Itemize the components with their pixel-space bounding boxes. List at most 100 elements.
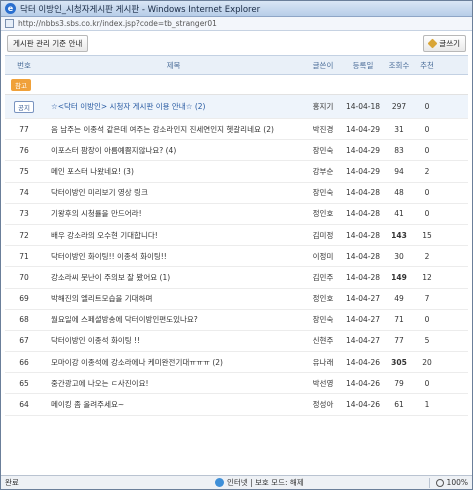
post-subject[interactable]: 닥터이방인 미리보기 영상 링크 xyxy=(43,187,304,198)
post-views: 31 xyxy=(394,124,404,134)
table-row[interactable]: 77 음 남주는 이종석 같은데 여주는 강소라인지 진세연인지 헷갈리네요 (2… xyxy=(5,119,468,141)
post-writer: 장민숙 xyxy=(312,315,334,325)
post-subject[interactable]: 월요일에 스페셜방송에 닥터이방인편도있나요? xyxy=(43,314,304,325)
table-row[interactable]: 68 월요일에 스페셜방송에 닥터이방인편도있나요? 장민숙 14-04-27 71 0 xyxy=(5,310,468,331)
table-row[interactable]: 76 이포스터 팜장이 아름예쁨지않나요? (4) 장민숙 14-04-29 83 0 xyxy=(5,140,468,162)
post-writer: 정인호 xyxy=(312,294,334,304)
table-row[interactable]: 75 메인 포스터 나왔네요! (3) 강부순 14-04-29 94 2 xyxy=(5,161,468,183)
table-row[interactable]: 69 박해진의 엘리트모습을 기대하며 정인호 14-04-27 49 7 xyxy=(5,289,468,310)
post-date: 14-04-28 xyxy=(345,272,381,282)
post-list: 77 음 남주는 이종석 같은데 여주는 강소라인지 진세연인지 헷갈리네요 (2… xyxy=(5,119,468,416)
post-subject[interactable]: 음 남주는 이종석 같은데 여주는 강소라인지 진세연인지 헷갈리네요 (2) xyxy=(43,124,304,135)
post-views: 79 xyxy=(394,378,404,388)
post-writer: 장민숙 xyxy=(312,145,334,155)
post-views: 71 xyxy=(394,315,404,325)
post-date: 14-04-28 xyxy=(345,188,381,198)
board-table: 번호 제목 글쓴이 등록일 조회수 추천 참고 공지 ☆<닥터 이방인> 시청자… xyxy=(5,55,468,416)
post-rec: 20 xyxy=(422,357,432,367)
post-no: 75 xyxy=(19,166,29,176)
post-writer: 이정미 xyxy=(312,251,334,261)
table-header: 번호 제목 글쓴이 등록일 조회수 추천 xyxy=(5,55,468,75)
post-views: 94 xyxy=(394,166,404,176)
table-row[interactable]: 72 배우 강소라의 오수현 기대합니다! 김미정 14-04-28 143 15 xyxy=(5,225,468,247)
header-no: 번호 xyxy=(17,60,31,70)
reference-badge[interactable]: 참고 xyxy=(11,78,31,91)
post-subject[interactable]: 닥터이방인 이종석 화이팅 !! xyxy=(43,335,304,346)
post-views: 83 xyxy=(394,145,404,155)
header-views: 조회수 xyxy=(388,60,410,70)
address-url[interactable]: http://nbbs3.sbs.co.kr/index.jsp?code=tb… xyxy=(18,19,217,28)
post-subject[interactable]: 배우 강소라의 오수현 기대합니다! xyxy=(43,230,304,241)
zoom-control[interactable]: 100% xyxy=(423,477,468,488)
notice-views: 297 xyxy=(391,102,407,111)
guide-button[interactable]: 게시판 관리 기준 안내 xyxy=(7,34,89,52)
post-no: 65 xyxy=(19,378,29,388)
post-writer: 강부순 xyxy=(312,166,334,176)
table-row[interactable]: 64 메이킹 좀 올려주세요~ 정성아 14-04-26 61 1 xyxy=(5,394,468,416)
post-subject[interactable]: 강소라씨 뭇난이 주의보 잘 봤어요 (1) xyxy=(43,272,304,283)
notice-subject[interactable]: ☆<닥터 이방인> 시청자 게시판 이용 안내☆ (2) xyxy=(43,101,304,112)
write-button-label: 글쓰기 xyxy=(439,38,460,48)
post-writer: 김미정 xyxy=(312,230,334,240)
notice-rec: 0 xyxy=(424,102,430,111)
post-writer: 박진경 xyxy=(312,124,334,134)
post-views: 143 xyxy=(391,230,407,240)
browser-window: e 닥터 이방인_시청자게시판 게시판 - Windows Internet E… xyxy=(0,0,473,490)
post-rec: 0 xyxy=(424,188,430,198)
post-rec: 2 xyxy=(424,251,430,261)
post-date: 14-04-29 xyxy=(345,145,381,155)
post-writer: 정인호 xyxy=(312,209,334,219)
table-row[interactable]: 66 모마이강 이종석에 강소라에나 케미완전기대ㅠㅠㅠ (2) 유나래 14-04-… xyxy=(5,352,468,374)
post-subject[interactable]: 기왕후의 시청률을 만드어라! xyxy=(43,208,304,219)
post-rec: 0 xyxy=(424,145,430,155)
post-writer: 장민숙 xyxy=(312,188,334,198)
post-subject[interactable]: 이포스터 팜장이 아름예쁨지않나요? (4) xyxy=(43,145,304,156)
table-row[interactable]: 65 중간광고에 나오는 ㄷ사진이요! 박선영 14-04-26 79 0 xyxy=(5,373,468,395)
post-date: 14-04-27 xyxy=(345,336,381,346)
table-row[interactable]: 70 강소라씨 뭇난이 주의보 잘 봤어요 (1) 김민주 14-04-28 149 12 xyxy=(5,267,468,289)
post-rec: 15 xyxy=(422,230,432,240)
window-title: 닥터 이방인_시청자게시판 게시판 - Windows Internet Exp… xyxy=(20,4,261,15)
post-date: 14-04-29 xyxy=(345,166,381,176)
post-no: 73 xyxy=(19,209,29,219)
post-views: 41 xyxy=(394,209,404,219)
table-row[interactable]: 73 기왕후의 시청률을 만드어라! 정인호 14-04-28 41 0 xyxy=(5,204,468,225)
post-rec: 0 xyxy=(424,378,430,388)
post-date: 14-04-26 xyxy=(345,400,381,410)
table-row[interactable]: 71 닥터이방인 화이팅!! 이종석 화이팅!! 이정미 14-04-28 30 2 xyxy=(5,246,468,268)
post-date: 14-04-28 xyxy=(345,251,381,261)
post-subject[interactable]: 모마이강 이종석에 강소라에나 케미완전기대ㅠㅠㅠ (2) xyxy=(43,357,304,368)
notice-no-cell: 공지 xyxy=(5,100,43,113)
post-no: 64 xyxy=(19,400,29,410)
post-subject[interactable]: 메이킹 좀 올려주세요~ xyxy=(43,399,304,410)
post-date: 14-04-27 xyxy=(345,315,381,325)
post-rec: 12 xyxy=(422,272,432,282)
post-no: 68 xyxy=(19,315,29,325)
header-subject: 제목 xyxy=(166,60,181,70)
notice-writer: 홍지기 xyxy=(312,102,334,111)
notice-row[interactable]: 공지 ☆<닥터 이방인> 시청자 게시판 이용 안내☆ (2) 홍지기 14-0… xyxy=(5,95,468,119)
post-no: 77 xyxy=(19,124,29,134)
post-no: 66 xyxy=(19,357,29,367)
post-no: 70 xyxy=(19,272,29,282)
post-subject[interactable]: 박해진의 엘리트모습을 기대하며 xyxy=(43,293,304,304)
security-zone[interactable]: 인터넷 | 보호 모드: 해제 xyxy=(215,477,304,488)
post-subject[interactable]: 닥터이방인 화이팅!! 이종석 화이팅!! xyxy=(43,251,304,262)
post-rec: 0 xyxy=(424,315,430,325)
zoom-level: 100% xyxy=(446,478,468,487)
zoom-icon xyxy=(435,478,444,487)
divider xyxy=(428,477,430,488)
table-row[interactable]: 74 닥터이방인 미리보기 영상 링크 장민숙 14-04-28 48 0 xyxy=(5,183,468,204)
table-row[interactable]: 67 닥터이방인 이종석 화이팅 !! 신현주 14-04-27 77 5 xyxy=(5,331,468,353)
write-button[interactable]: 글쓰기 xyxy=(423,34,466,52)
address-bar[interactable]: http://nbbs3.sbs.co.kr/index.jsp?code=tb… xyxy=(1,17,472,31)
notice-badge: 공지 xyxy=(14,100,34,113)
notice-date: 14-04-18 xyxy=(345,102,381,111)
reference-row: 참고 xyxy=(5,75,468,95)
post-rec: 0 xyxy=(424,209,430,219)
post-views: 48 xyxy=(394,188,404,198)
post-subject[interactable]: 중간광고에 나오는 ㄷ사진이요! xyxy=(43,378,304,389)
post-subject[interactable]: 메인 포스터 나왔네요! (3) xyxy=(43,166,304,177)
status-text: 완료 xyxy=(5,478,19,487)
post-no: 74 xyxy=(19,188,29,198)
